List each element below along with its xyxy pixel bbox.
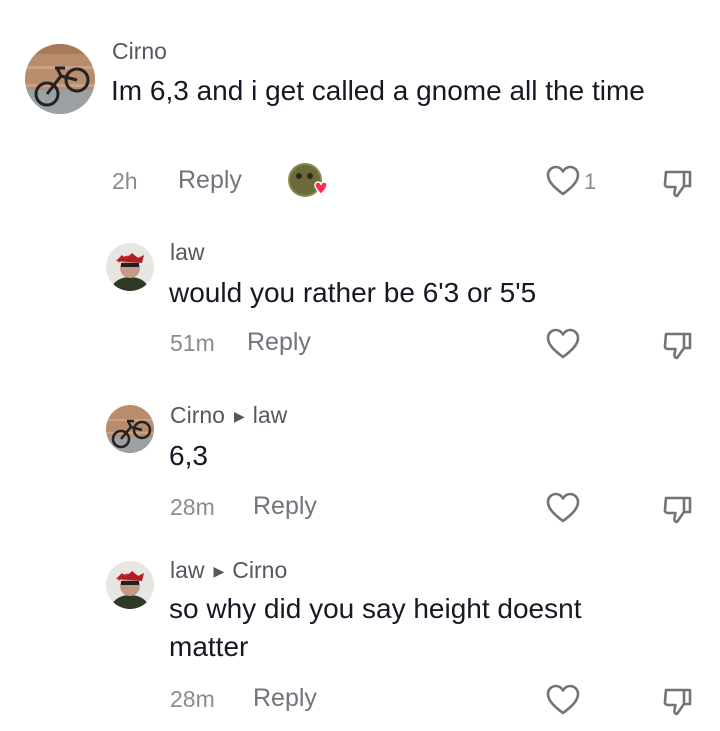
dislike-button[interactable]: [660, 492, 694, 531]
dislike-button[interactable]: [660, 328, 694, 367]
avatar[interactable]: [106, 561, 154, 609]
reply-to-name[interactable]: Cirno: [232, 557, 287, 583]
comment-text: so why did you say height doesnt matter: [169, 593, 582, 662]
author-name[interactable]: Cirno: [170, 402, 225, 428]
comment-timestamp: 28m: [170, 494, 215, 520]
bike-photo-icon: [25, 44, 95, 114]
heart-outline-icon: [546, 684, 580, 715]
like-button[interactable]: [545, 684, 581, 721]
avatar[interactable]: [25, 44, 95, 114]
triangle-right-icon: ▶: [233, 408, 245, 424]
comment-timestamp: 2h: [112, 168, 138, 194]
bike-photo-icon: [106, 405, 154, 453]
heart-outline-icon: [546, 492, 580, 523]
thumbs-down-icon: [663, 496, 692, 524]
comment-author: law ▶ Cirno: [170, 557, 287, 584]
reply-button[interactable]: Reply: [247, 328, 311, 357]
creator-liked-icon: [288, 163, 328, 204]
comment-author: Cirno ▶ law: [170, 402, 287, 429]
reply-to-name[interactable]: law: [253, 402, 288, 428]
heart-outline-icon: [546, 328, 580, 359]
dislike-button[interactable]: [660, 684, 694, 723]
like-button[interactable]: [545, 165, 581, 202]
avatar[interactable]: [106, 243, 154, 291]
profile-photo-icon: [106, 243, 154, 291]
comment-text: 6,3: [169, 440, 208, 471]
thumbs-down-icon: [663, 688, 692, 716]
triangle-right-icon: ▶: [213, 563, 225, 579]
heart-outline-icon: [546, 165, 580, 196]
avatar[interactable]: [106, 405, 154, 453]
profile-photo-icon: [106, 561, 154, 609]
comment-timestamp: 28m: [170, 686, 215, 712]
comment-text: would you rather be 6'3 or 5'5: [169, 277, 537, 308]
reply-button[interactable]: Reply: [253, 684, 317, 713]
thumbs-down-icon: [663, 332, 692, 360]
like-count: 1: [584, 169, 597, 194]
comment-author[interactable]: Cirno: [112, 38, 167, 65]
like-button[interactable]: [545, 328, 581, 365]
comment-text: Im 6,3 and i get called a gnome all the …: [111, 75, 645, 106]
like-button[interactable]: [545, 492, 581, 529]
comment-timestamp: 51m: [170, 330, 215, 356]
thumbs-down-icon: [663, 170, 692, 198]
comment-author[interactable]: law: [170, 239, 205, 266]
dislike-button[interactable]: [660, 166, 694, 205]
reply-button[interactable]: Reply: [178, 166, 242, 195]
reply-button[interactable]: Reply: [253, 492, 317, 521]
author-name[interactable]: law: [170, 557, 205, 583]
